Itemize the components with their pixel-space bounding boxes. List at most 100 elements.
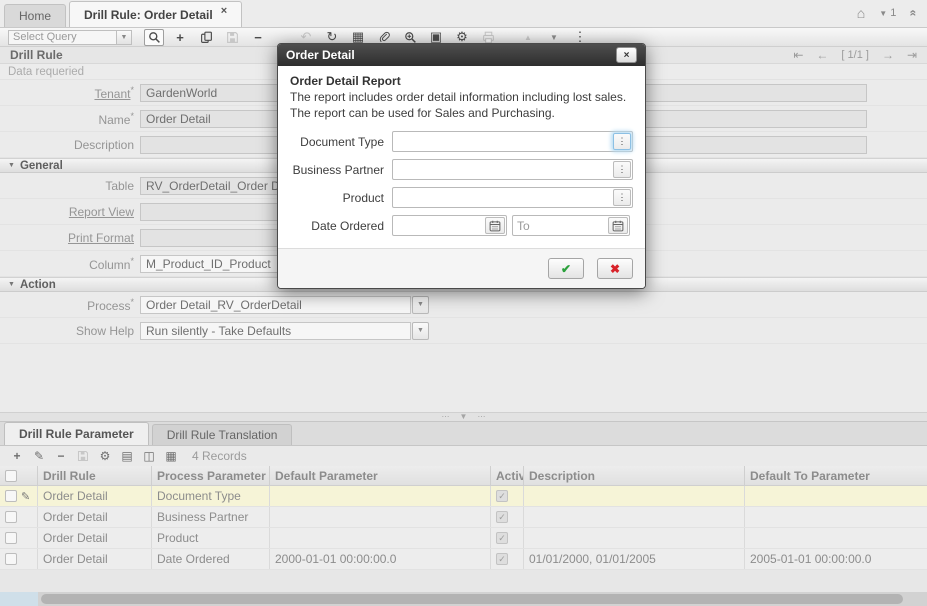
collapse-header-icon[interactable]: « — [907, 10, 921, 17]
cancel-button[interactable]: ✖ — [597, 258, 633, 279]
table-row[interactable]: Order Detail Product ✓ — [0, 528, 927, 549]
previous-record-icon[interactable]: ← — [816, 48, 828, 62]
detail-columns-button[interactable]: ◫ — [140, 448, 158, 464]
document-type-lookup-button[interactable]: ⋮ — [613, 133, 631, 150]
detail-delete-button[interactable]: − — [52, 448, 70, 464]
print-format-label[interactable]: Print Format — [0, 231, 140, 245]
product-input[interactable] — [393, 189, 612, 206]
date-to-input[interactable] — [513, 217, 607, 234]
scrollbar-thumb[interactable] — [41, 594, 903, 604]
business-partner-lookup-button[interactable]: ⋮ — [613, 161, 631, 178]
ok-button[interactable]: ✔ — [548, 258, 584, 279]
dialog-close-button[interactable]: × — [616, 47, 637, 63]
col-process-parameter[interactable]: Process Parameter — [152, 466, 270, 485]
splitter-collapse-icon[interactable]: ▼ — [460, 413, 468, 421]
tenant-label[interactable]: Tenant* — [0, 85, 140, 101]
business-partner-label: Business Partner — [290, 163, 392, 177]
col-drill-rule[interactable]: Drill Rule — [38, 466, 152, 485]
grid-icon: ▦ — [165, 449, 176, 463]
table-row[interactable]: ✎ Order Detail Document Type ✓ — [0, 486, 927, 507]
tab-home-label: Home — [19, 9, 51, 23]
triangle-up-icon: ▲ — [524, 33, 532, 42]
table-row[interactable]: Order Detail Date Ordered 2000-01-01 00:… — [0, 549, 927, 570]
report-view-label[interactable]: Report View — [0, 205, 140, 219]
detail-toolbar: + ✎ − ⚙ ▤ ◫ ▦ 4 Records — [0, 446, 927, 466]
horizontal-scrollbar[interactable] — [0, 592, 927, 606]
detail-save-button[interactable] — [74, 448, 92, 464]
tab-home[interactable]: Home — [4, 4, 66, 27]
process-dropdown-button[interactable]: ▼ — [412, 296, 429, 314]
row-checkbox[interactable] — [5, 490, 17, 502]
detail-pane-splitter[interactable]: ⋯ ▼ ⋯ — [0, 412, 927, 422]
show-help-field[interactable] — [140, 322, 411, 340]
date-ordered-label: Date Ordered — [290, 219, 392, 233]
col-default-parameter[interactable]: Default Parameter — [270, 466, 491, 485]
home-icon[interactable]: ⌂ — [857, 5, 865, 21]
col-active[interactable]: Active — [491, 466, 524, 485]
page-title: Drill Rule — [10, 48, 63, 62]
select-all-checkbox[interactable] — [5, 470, 17, 482]
first-record-icon[interactable]: ⇤ — [793, 48, 803, 62]
detail-rows-toggle-button[interactable]: ▤ — [118, 448, 136, 464]
dialog-titlebar[interactable]: Order Detail × — [278, 44, 645, 66]
table-header-row: Drill Rule Process Parameter Default Par… — [0, 466, 927, 486]
detail-edit-button[interactable]: ✎ — [30, 448, 48, 464]
last-record-icon[interactable]: ⇥ — [907, 48, 917, 62]
dialog-row-date-ordered: Date Ordered — [290, 215, 633, 236]
open-windows-selector[interactable]: ▼ 1 — [879, 7, 896, 19]
dialog-description: The report includes order detail informa… — [290, 90, 630, 121]
zoom-plus-icon — [404, 31, 417, 44]
splitter-dots-icon: ⋯ — [477, 413, 485, 421]
row-select-cell — [0, 507, 38, 527]
active-checkbox: ✓ — [496, 553, 508, 565]
calendar-icon — [489, 220, 501, 232]
date-from-input[interactable] — [393, 217, 484, 234]
product-lookup-button[interactable]: ⋮ — [613, 189, 631, 206]
date-to-calendar-button[interactable] — [608, 217, 628, 234]
col-default-to-parameter[interactable]: Default To Parameter — [745, 466, 927, 485]
detail-grid-view-button[interactable]: ▦ — [162, 448, 180, 464]
cell-description — [524, 486, 745, 506]
detail-rows-icon: ▤ — [121, 449, 132, 463]
records-count: 4 Records — [192, 449, 247, 463]
next-record-icon[interactable]: → — [882, 48, 894, 62]
select-query-input[interactable] — [8, 30, 116, 45]
dialog-title: Order Detail — [286, 48, 355, 62]
tab-drill-rule[interactable]: Drill Rule: Order Detail × — [69, 1, 242, 27]
business-partner-input[interactable] — [393, 161, 612, 178]
save-icon — [77, 450, 89, 462]
detail-process-button[interactable]: ⚙ — [96, 448, 114, 464]
table-row[interactable]: Order Detail Business Partner ✓ — [0, 507, 927, 528]
dialog-footer: ✔ ✖ — [278, 248, 645, 288]
field-row-process: Process* ▼ — [0, 292, 927, 318]
save-record-button[interactable] — [222, 29, 242, 46]
col-description[interactable]: Description — [524, 466, 745, 485]
paperclip-icon — [378, 31, 391, 44]
row-select-cell — [0, 549, 38, 569]
plus-icon: + — [176, 30, 184, 45]
detail-new-button[interactable]: + — [8, 448, 26, 464]
find-record-button[interactable] — [144, 29, 164, 46]
row-edit-icon[interactable]: ✎ — [21, 490, 30, 503]
tab-close-icon[interactable]: × — [221, 5, 227, 17]
select-query-dropdown-icon[interactable]: ▼ — [116, 30, 132, 45]
row-checkbox[interactable] — [5, 511, 17, 523]
date-from-calendar-button[interactable] — [485, 217, 505, 234]
search-icon — [148, 31, 161, 44]
process-field[interactable] — [140, 296, 411, 314]
new-record-button[interactable]: + — [170, 29, 190, 46]
show-help-dropdown-button[interactable]: ▼ — [412, 322, 429, 340]
delete-record-button[interactable]: − — [248, 29, 268, 46]
lookup-dots-icon: ⋮ — [618, 136, 627, 147]
row-checkbox[interactable] — [5, 553, 17, 565]
tab-drill-rule-translation[interactable]: Drill Rule Translation — [152, 424, 293, 445]
row-checkbox[interactable] — [5, 532, 17, 544]
dialog-heading: Order Detail Report — [290, 74, 633, 88]
copy-record-button[interactable] — [196, 29, 216, 46]
status-text: Data requeried — [8, 66, 84, 78]
cell-drill-rule: Order Detail — [38, 528, 152, 548]
tab-drill-rule-parameter[interactable]: Drill Rule Parameter — [4, 422, 149, 445]
dropdown-caret-icon: ▼ — [417, 327, 424, 334]
detail-tab-bar: Drill Rule Parameter Drill Rule Translat… — [0, 422, 927, 446]
document-type-input[interactable] — [393, 133, 612, 150]
